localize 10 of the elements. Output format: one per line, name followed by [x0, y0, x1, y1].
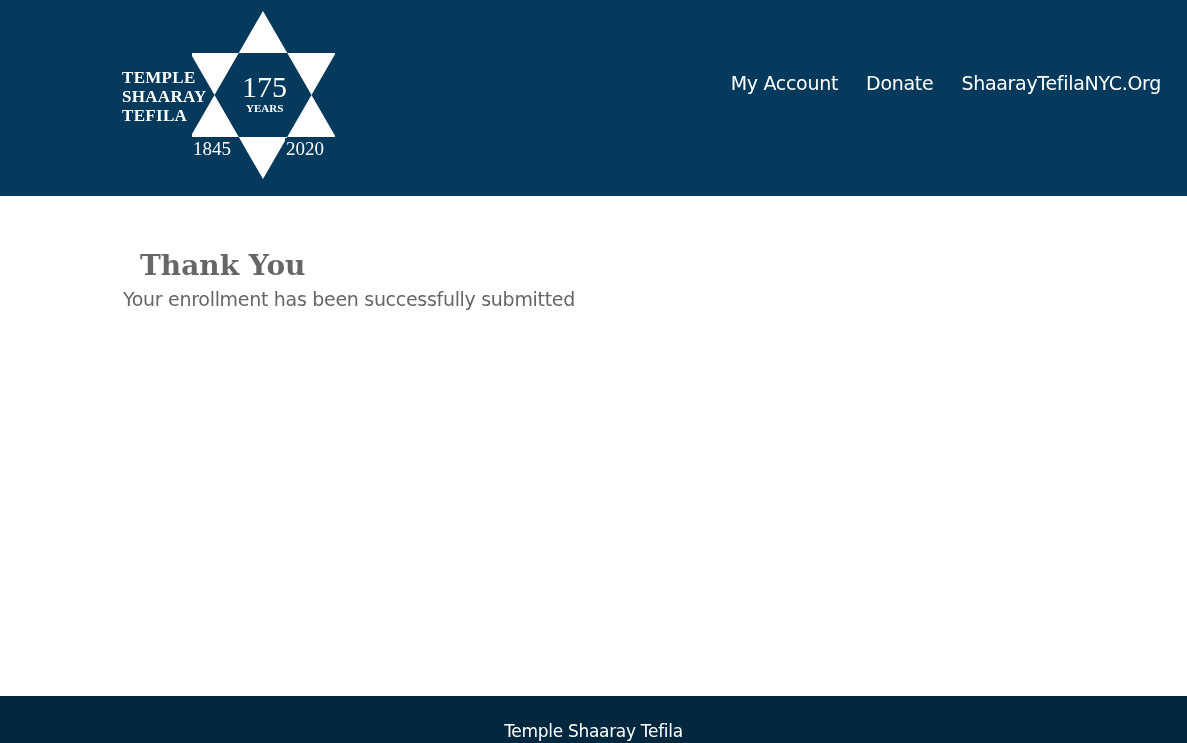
- logo-text: SHAARAY: [122, 87, 207, 106]
- logo-text: YEARS: [244, 102, 286, 114]
- confirmation-message: Your enrollment has been successfully submitted: [123, 288, 575, 310]
- nav-link[interactable]: My Account: [730, 72, 839, 94]
- nav-link[interactable]: Donate: [866, 72, 934, 94]
- logo-text: TEFILA: [122, 106, 189, 125]
- page-title: Thank You: [140, 248, 306, 284]
- nav-link[interactable]: ShaarayTefilaNYC.Org: [961, 72, 1161, 94]
- logo-text: TEMPLE: [122, 68, 197, 87]
- footer-text: Temple Shaaray Tefila: [504, 721, 683, 741]
